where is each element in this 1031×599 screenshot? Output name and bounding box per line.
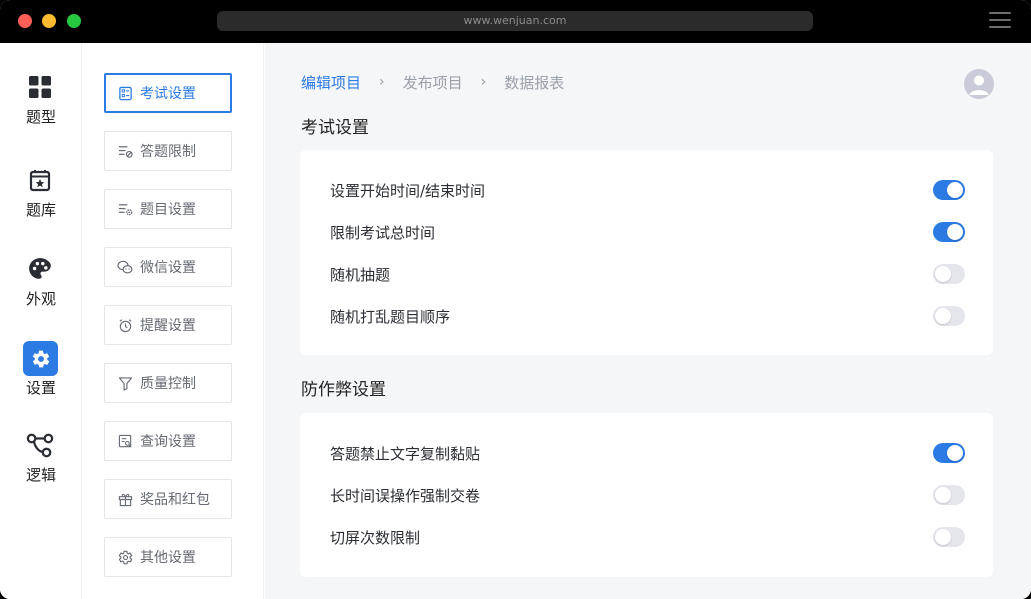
gear-icon [23, 341, 58, 376]
submenu-item-label: 题目设置 [140, 202, 196, 218]
setting-row-random-draw: 随机抽题 [330, 262, 965, 286]
submenu-item-quality-control[interactable]: 质量控制 [104, 363, 232, 403]
setting-row-start-end-time: 设置开始时间/结束时间 [330, 178, 965, 202]
submenu-item-reminder-settings[interactable]: 提醒设置 [104, 305, 232, 345]
gift-icon [117, 491, 133, 507]
exam-settings-card: 设置开始时间/结束时间 限制考试总时间 随机抽题 随机打乱题目顺序 [300, 150, 993, 355]
submenu-item-label: 质量控制 [140, 376, 196, 392]
bookmark-box-icon [26, 166, 54, 194]
setting-label: 设置开始时间/结束时间 [330, 182, 486, 200]
rail-item-logic[interactable]: 逻辑 [0, 431, 82, 501]
question-settings-icon [117, 201, 133, 217]
toggle-shuffle-order[interactable] [933, 306, 965, 326]
user-avatar-icon[interactable] [964, 69, 994, 99]
rail-item-label: 外观 [25, 290, 56, 308]
answer-limit-icon [117, 143, 133, 159]
address-bar[interactable]: www.wenjuan.com [217, 11, 813, 31]
rail-item-label: 逻辑 [25, 466, 56, 484]
rail-item-label: 题库 [25, 201, 56, 219]
alarm-clock-icon [117, 317, 133, 333]
submenu-item-wechat-settings[interactable]: 微信设置 [104, 247, 232, 287]
grid-icon [26, 73, 54, 101]
submenu-item-label: 考试设置 [140, 86, 196, 102]
exam-settings-icon [117, 85, 133, 101]
submenu-item-label: 答题限制 [140, 144, 196, 160]
settings-main-panel: 编辑项目 › 发布项目 › 数据报表 考试设置 设置开始时间/结束时间 限制考试… [265, 43, 1031, 599]
browser-titlebar: www.wenjuan.com [0, 0, 1031, 43]
palette-icon [26, 255, 54, 283]
toggle-screen-switch-limit[interactable] [933, 527, 965, 547]
breadcrumb: 编辑项目 › 发布项目 › 数据报表 [301, 72, 564, 92]
close-window-button[interactable] [18, 14, 32, 28]
rail-item-label: 设置 [25, 379, 56, 397]
submenu-item-label: 查询设置 [140, 434, 196, 450]
filter-icon [117, 375, 133, 391]
submenu-item-label: 微信设置 [140, 260, 196, 276]
rail-item-question-types[interactable]: 题型 [0, 73, 82, 143]
rail-item-appearance[interactable]: 外观 [0, 255, 82, 325]
maximize-window-button[interactable] [67, 14, 81, 28]
rail-item-settings[interactable]: 设置 [0, 341, 82, 414]
anti-cheat-card: 答题禁止文字复制黏贴 长时间误操作强制交卷 切屏次数限制 [300, 413, 993, 577]
submenu-item-label: 提醒设置 [140, 318, 196, 334]
gear-icon [117, 549, 133, 565]
toggle-start-end-time[interactable] [933, 180, 965, 200]
chevron-right-icon: › [480, 74, 487, 90]
submenu-item-answer-limit[interactable]: 答题限制 [104, 131, 232, 171]
submenu-item-query-settings[interactable]: 查询设置 [104, 421, 232, 461]
submenu-item-label: 奖品和红包 [140, 492, 210, 508]
submenu-item-prizes[interactable]: 奖品和红包 [104, 479, 232, 519]
breadcrumb-publish-project[interactable]: 发布项目 [403, 72, 463, 93]
rail-item-question-bank[interactable]: 题库 [0, 166, 82, 236]
setting-row-shuffle-order: 随机打乱题目顺序 [330, 304, 965, 328]
toggle-random-draw[interactable] [933, 264, 965, 284]
minimize-window-button[interactable] [42, 14, 56, 28]
chevron-right-icon: › [379, 74, 385, 90]
wechat-icon [117, 259, 133, 275]
setting-row-screen-switch-limit: 切屏次数限制 [330, 525, 965, 549]
setting-row-no-copy-paste: 答题禁止文字复制黏贴 [330, 441, 965, 465]
submenu-item-exam-settings[interactable]: 考试设置 [104, 73, 232, 113]
toggle-force-submit[interactable] [933, 485, 965, 505]
breadcrumb-data-report[interactable]: 数据报表 [504, 72, 564, 93]
query-icon [117, 433, 133, 449]
setting-label: 答题禁止文字复制黏贴 [330, 445, 481, 463]
submenu-item-label: 其他设置 [140, 550, 196, 566]
toggle-total-time-limit[interactable] [933, 222, 965, 242]
setting-row-total-time-limit: 限制考试总时间 [330, 220, 965, 244]
setting-label: 随机打乱题目顺序 [330, 308, 451, 326]
section-title-anti-cheat: 防作弊设置 [301, 380, 386, 400]
setting-row-force-submit: 长时间误操作强制交卷 [330, 483, 965, 507]
settings-submenu: 考试设置 答题限制 题目设置 微信设置 提醒设置 质量控制 查询设置 奖品和红包… [82, 43, 264, 599]
breadcrumb-edit-project[interactable]: 编辑项目 [301, 72, 361, 93]
setting-label: 随机抽题 [330, 266, 391, 284]
editor-nav-rail: 题型 题库 外观 设置 逻辑 [0, 43, 82, 599]
hamburger-menu-icon[interactable] [989, 12, 1011, 30]
setting-label: 切屏次数限制 [330, 529, 421, 547]
submenu-item-other-settings[interactable]: 其他设置 [104, 537, 232, 577]
rail-item-label: 题型 [25, 108, 56, 126]
logic-flow-icon [26, 431, 54, 459]
submenu-item-question-settings[interactable]: 题目设置 [104, 189, 232, 229]
setting-label: 限制考试总时间 [330, 224, 436, 242]
section-title-exam-settings: 考试设置 [301, 118, 369, 138]
toggle-no-copy-paste[interactable] [933, 443, 965, 463]
app-window: www.wenjuan.com 题型 题库 外观 设置 逻辑 考试设置 答题限制… [0, 0, 1031, 599]
setting-label: 长时间误操作强制交卷 [330, 487, 481, 505]
